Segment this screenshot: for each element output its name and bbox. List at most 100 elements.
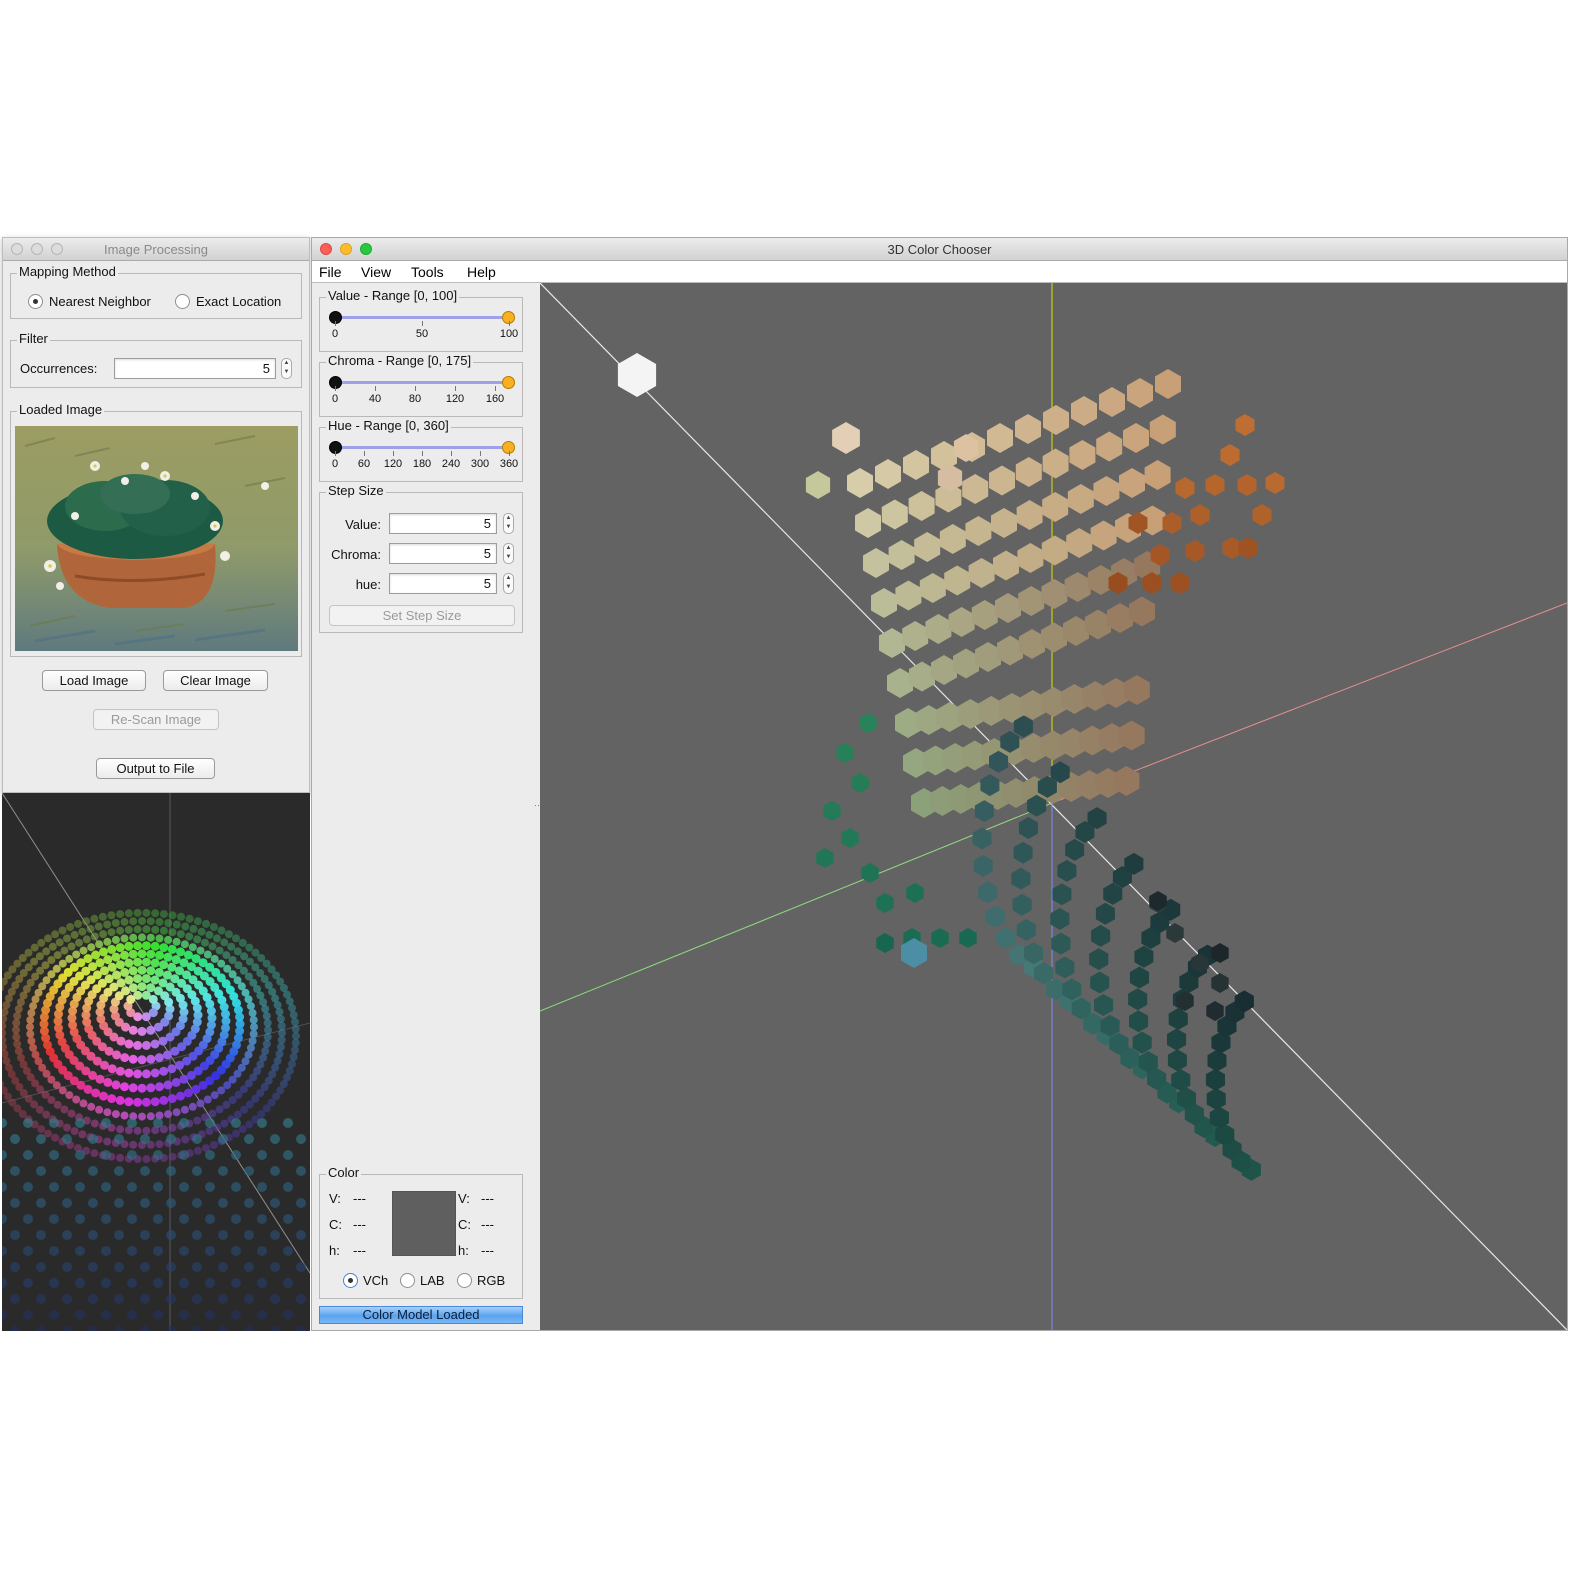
color-sample-hex[interactable] — [1041, 535, 1068, 566]
white-point-hex[interactable] — [617, 353, 657, 397]
hue-range-slider[interactable]: 0 60 120 180 240 300 360 — [320, 441, 524, 481]
color-sample-hex[interactable] — [1064, 572, 1091, 602]
color-sample-hex[interactable] — [919, 573, 946, 603]
color-sample-hex[interactable] — [1170, 572, 1190, 594]
step-hue-input[interactable]: 5 — [389, 573, 497, 594]
color-sample-hex[interactable] — [1042, 492, 1069, 522]
color-sample-hex[interactable] — [876, 893, 894, 913]
step-chroma-input[interactable]: 5 — [389, 543, 497, 564]
color-sample-hex[interactable] — [1055, 956, 1075, 979]
color-sample-hex[interactable] — [931, 928, 949, 948]
clear-image-button[interactable]: Clear Image — [163, 670, 268, 691]
color-sample-hex[interactable] — [1042, 448, 1069, 479]
chroma-slider-track[interactable] — [335, 381, 510, 384]
load-image-button[interactable]: Load Image — [42, 670, 146, 691]
color-sample-hex[interactable] — [987, 423, 1013, 453]
rgb-label[interactable]: RGB — [477, 1273, 505, 1288]
color-sample-hex[interactable] — [985, 905, 1005, 928]
occurrences-input[interactable]: 5 — [114, 358, 276, 379]
color-sample-hex[interactable] — [1207, 1049, 1227, 1072]
exact-location-label[interactable]: Exact Location — [196, 294, 281, 309]
menu-tools[interactable]: Tools — [411, 264, 444, 280]
3d-viewport[interactable] — [540, 283, 1567, 1330]
color-sample-hex[interactable] — [908, 491, 935, 521]
color-chooser-titlebar[interactable]: 3D Color Chooser — [312, 238, 1567, 261]
color-sample-hex[interactable] — [875, 459, 901, 489]
color-sample-hex[interactable] — [1096, 431, 1123, 462]
color-sample-hex[interactable] — [962, 474, 989, 504]
color-sample-hex[interactable] — [1015, 414, 1041, 444]
hue-slider-track[interactable] — [335, 446, 510, 449]
color-sample-hex[interactable] — [895, 580, 922, 611]
color-sample-hex[interactable] — [1018, 817, 1038, 839]
color-sample-hex[interactable] — [1235, 414, 1255, 436]
color-sample-hex[interactable] — [881, 499, 908, 530]
color-sample-hex[interactable] — [1089, 948, 1109, 971]
color-sample-hex[interactable] — [1012, 893, 1032, 916]
color-sample-hex[interactable] — [1091, 924, 1111, 947]
output-to-file-button[interactable]: Output to File — [96, 758, 215, 779]
color-sample-hex[interactable] — [1069, 440, 1096, 470]
step-value-stepper[interactable]: ▲ ▼ — [503, 513, 514, 534]
color-sample-hex[interactable] — [1211, 973, 1229, 993]
nearest-neighbor-label[interactable]: Nearest Neighbor — [49, 294, 151, 309]
menu-view[interactable]: View — [361, 264, 391, 280]
color-sample-hex[interactable] — [1168, 1008, 1188, 1030]
step-hue-stepper[interactable]: ▲ ▼ — [503, 573, 514, 594]
color-sample-hex[interactable] — [1265, 472, 1285, 494]
vch-radio[interactable] — [343, 1273, 358, 1288]
color-sample-hex[interactable] — [959, 928, 977, 948]
color-sample-hex[interactable] — [1206, 1001, 1224, 1021]
color-sample-hex[interactable] — [991, 508, 1017, 538]
color-sample-hex[interactable] — [1220, 444, 1240, 466]
color-sample-hex[interactable] — [989, 465, 1015, 496]
color-sample-hex[interactable] — [996, 927, 1016, 949]
color-sample-hex[interactable] — [995, 593, 1021, 623]
color-sample-hex[interactable] — [1015, 457, 1042, 487]
color-sample-hex[interactable] — [1132, 1031, 1152, 1054]
image-processing-titlebar[interactable]: Image Processing — [3, 238, 309, 261]
color-sample-hex[interactable] — [1237, 474, 1257, 496]
color-sample-hex[interactable] — [1018, 586, 1045, 616]
color-sample-hex[interactable] — [888, 540, 915, 570]
color-sample-hex[interactable] — [823, 801, 841, 821]
color-sample-hex[interactable] — [1123, 423, 1149, 453]
color-sample-hex[interactable] — [1016, 500, 1043, 530]
color-sample-hex[interactable] — [944, 565, 971, 596]
rescan-image-button[interactable]: Re-Scan Image — [93, 709, 219, 730]
rgb-radio[interactable] — [457, 1273, 472, 1288]
color-sample-hex[interactable] — [1149, 414, 1176, 445]
occurrences-stepper[interactable]: ▲ ▼ — [281, 358, 292, 379]
color-sample-hex[interactable] — [832, 422, 860, 454]
exact-location-radio[interactable] — [175, 294, 190, 309]
color-sample-hex[interactable] — [906, 883, 924, 903]
color-sample-hex[interactable] — [925, 614, 952, 644]
color-sample-hex[interactable] — [1041, 579, 1068, 609]
color-sample-hex[interactable] — [871, 588, 897, 618]
color-sample-hex[interactable] — [1119, 468, 1145, 498]
color-sample-hex[interactable] — [1129, 1010, 1149, 1033]
color-sample-hex[interactable] — [1050, 907, 1070, 930]
color-sample-hex[interactable] — [971, 600, 998, 630]
color-sample-hex[interactable] — [1134, 945, 1154, 968]
color-sample-hex[interactable] — [836, 743, 854, 763]
color-sample-hex[interactable] — [1017, 543, 1044, 573]
color-sample-hex[interactable] — [1090, 520, 1117, 551]
color-sample-hex[interactable] — [993, 550, 1019, 581]
color-sample-hex[interactable] — [859, 713, 877, 733]
color-sample-hex[interactable] — [1095, 902, 1115, 925]
color-sample-hex[interactable] — [1127, 378, 1153, 408]
chroma-range-slider[interactable]: 0 40 80 120 160 — [320, 376, 524, 416]
step-chroma-stepper[interactable]: ▲ ▼ — [503, 543, 514, 564]
splitter-handle[interactable]: ‥ — [534, 798, 540, 808]
value-range-slider[interactable]: 0 50 100 — [320, 311, 524, 351]
color-sample-hex[interactable] — [1016, 919, 1036, 941]
color-sample-hex[interactable] — [1155, 369, 1181, 399]
color-sample-hex[interactable] — [847, 468, 873, 498]
color-sample-hex[interactable] — [939, 524, 966, 554]
color-sample-hex[interactable] — [973, 854, 993, 877]
color-sample-hex[interactable] — [1057, 859, 1077, 882]
step-value-input[interactable]: 5 — [389, 513, 497, 534]
color-sample-hex[interactable] — [876, 933, 894, 953]
color-sample-hex[interactable] — [805, 471, 831, 499]
